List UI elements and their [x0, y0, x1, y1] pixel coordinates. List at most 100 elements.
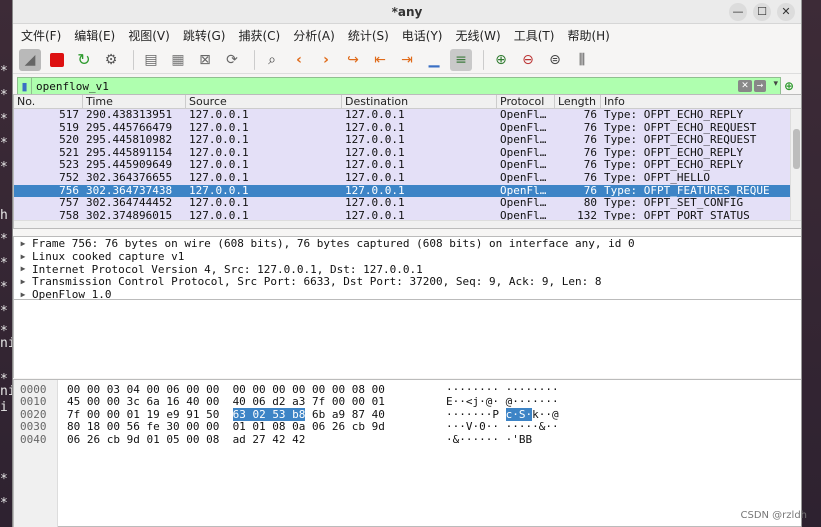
terminal-glyph: *	[0, 256, 8, 271]
packet-cell-length: 76	[583, 159, 597, 172]
column-header-length[interactable]: Length	[555, 95, 601, 108]
table-row[interactable]: 521 295.445891154 127.0.0.1 127.0.0.1 OpenFl…	[14, 146, 801, 160]
colorize-icon[interactable]: ≡	[450, 48, 472, 71]
ascii-segment: ·······P	[446, 407, 506, 421]
empty-pane-area	[13, 300, 801, 378]
open-file-icon[interactable]: ▤	[140, 49, 162, 71]
column-header-source[interactable]: Source	[186, 95, 342, 108]
hex-segment: 06 26 cb 9d 01 05 00 08 ad 27 42 42	[67, 432, 306, 446]
packet-cell-info: Type: OFPT_ECHO_REQUEST	[604, 121, 757, 134]
packet-cell-length: 76	[583, 121, 597, 134]
column-header-destination[interactable]: Destination	[342, 95, 497, 108]
terminal-glyph: *	[0, 232, 8, 247]
display-filter-input[interactable]: ▮ openflow_v1 ✕ → ▾	[17, 77, 781, 95]
packet-list-horizontal-scrollbar[interactable]	[14, 220, 801, 228]
packet-cell-length: 76	[583, 146, 597, 159]
resize-columns-icon[interactable]: ⫼	[571, 49, 593, 71]
stop-capture-icon[interactable]	[46, 49, 68, 71]
table-row[interactable]: 757 302.364744452 127.0.0.1 127.0.0.1 OpenFl…	[14, 197, 801, 210]
column-header-no[interactable]: No.	[14, 95, 83, 108]
watermark: CSDN @rzldh	[740, 510, 807, 521]
terminal-glyph: i	[0, 400, 8, 415]
apply-filter-icon[interactable]: →	[754, 80, 766, 92]
table-row[interactable]: 519 295.445766479 127.0.0.1 127.0.0.1 OpenFl…	[14, 121, 801, 135]
packet-cell-source: 127.0.0.1	[189, 184, 249, 197]
find-packet-icon[interactable]: ⌕	[261, 49, 283, 71]
expand-arrow-icon[interactable]: ▶	[14, 252, 32, 261]
shark-fin-start-icon[interactable]: ◢	[19, 48, 41, 71]
hex-segment: 6b a9 87 40	[305, 407, 385, 421]
packet-list: No. Time Source Destination Protocol Len…	[13, 94, 801, 229]
menu-item[interactable]: 视图(V)	[128, 27, 170, 44]
packet-cell-no: 756	[59, 184, 79, 197]
column-header-info[interactable]: Info	[601, 95, 796, 108]
menu-item[interactable]: 统计(S)	[348, 27, 389, 44]
last-packet-icon[interactable]: ⇥	[396, 49, 418, 71]
close-file-icon[interactable]: ⊠	[194, 49, 216, 71]
hex-bytes[interactable]: 06 26 cb 9d 01 05 00 08 ad 27 42 42	[67, 432, 306, 446]
detail-tree-item[interactable]: ▶ Linux cooked capture v1	[14, 250, 801, 263]
maximize-button[interactable]: ☐	[753, 3, 771, 21]
detail-tree-item[interactable]: ▶ Transmission Control Protocol, Src Port…	[14, 275, 801, 288]
expand-arrow-icon[interactable]: ▶	[14, 277, 32, 286]
expand-arrow-icon[interactable]: ▶	[14, 264, 32, 273]
terminal-glyph: *	[0, 496, 8, 511]
expand-arrow-icon[interactable]: ▶	[14, 290, 32, 299]
zoom-in-icon[interactable]: ⊕	[490, 49, 512, 71]
menu-item[interactable]: 跳转(G)	[183, 27, 226, 44]
autoscroll-icon[interactable]: ▁	[423, 49, 445, 71]
go-to-packet-icon[interactable]: ↪	[342, 49, 364, 71]
table-row[interactable]: 520 295.445810982 127.0.0.1 127.0.0.1 OpenFl…	[14, 134, 801, 147]
packet-list-vertical-scrollbar[interactable]	[790, 109, 801, 228]
packet-cell-time: 295.445909649	[86, 159, 173, 172]
capture-options-gear-icon[interactable]: ⚙	[100, 49, 122, 71]
menu-item[interactable]: 分析(A)	[293, 27, 335, 44]
menu-item[interactable]: 工具(T)	[514, 27, 555, 44]
first-packet-icon[interactable]: ⇤	[369, 49, 391, 71]
hex-segment: 00 00 03 04 00 06 00 00 00 00 00 00 00 0…	[67, 383, 385, 396]
ascii-bytes[interactable]: ·&······ ·'BB	[446, 433, 532, 446]
table-row[interactable]: 523 295.445909649 127.0.0.1 127.0.0.1 OpenFl…	[14, 159, 801, 172]
normal-size-icon[interactable]: ⊜	[544, 49, 566, 71]
menu-item[interactable]: 编辑(E)	[74, 27, 115, 44]
packet-cell-source: 127.0.0.1	[189, 159, 249, 172]
menu-item[interactable]: 捕获(C)	[238, 27, 280, 44]
go-back-icon[interactable]: ‹	[288, 49, 310, 71]
minimize-button[interactable]: —	[729, 3, 747, 21]
expand-arrow-icon[interactable]: ▶	[14, 239, 32, 248]
terminal-glyph: *	[0, 280, 8, 295]
packet-cell-protocol: OpenFl…	[500, 184, 547, 197]
packet-cell-destination: 127.0.0.1	[345, 159, 405, 172]
packet-list-header: No. Time Source Destination Protocol Len…	[14, 95, 801, 109]
menu-item[interactable]: 文件(F)	[21, 27, 61, 44]
detail-tree-item[interactable]: ▶ Frame 756: 76 bytes on wire (608 bits),…	[14, 236, 801, 250]
packet-cell-no: 752	[59, 171, 79, 184]
byte-offset: 0030	[20, 420, 47, 434]
packet-cell-source: 127.0.0.1	[189, 197, 249, 210]
menu-item[interactable]: 帮助(H)	[567, 27, 609, 44]
table-row[interactable]: 756 302.364737438 127.0.0.1 127.0.0.1 OpenFl…	[14, 184, 801, 198]
detail-tree-item[interactable]: ▶ Internet Protocol Version 4, Src: 127.0…	[14, 263, 801, 276]
clear-filter-icon[interactable]: ✕	[738, 80, 752, 92]
packet-cell-info: Type: OFPT_HELLO	[604, 171, 710, 184]
reload-file-icon[interactable]: ⟳	[221, 49, 243, 71]
packet-details-pane: ▶ Frame 756: 76 bytes on wire (608 bits),…	[13, 236, 801, 301]
packet-cell-length: 76	[583, 171, 597, 184]
filter-bookmark-icon[interactable]: ▮	[18, 78, 32, 94]
table-row[interactable]: 752 302.364376655 127.0.0.1 127.0.0.1 OpenFl…	[14, 171, 801, 185]
detail-text: Frame 756: 76 bytes on wire (608 bits), …	[32, 236, 635, 250]
menu-item[interactable]: 无线(W)	[456, 27, 501, 44]
restart-capture-icon[interactable]: ↻	[73, 49, 95, 71]
zoom-out-icon[interactable]: ⊖	[517, 49, 539, 71]
menu-item[interactable]: 电话(Y)	[402, 27, 443, 44]
filter-history-chevron-down-icon[interactable]: ▾	[773, 79, 778, 89]
hex-segment: 7f 00 00 01 19 e9 91 50	[67, 407, 233, 421]
add-filter-button-plus-icon[interactable]: ⊕	[781, 79, 797, 93]
table-row[interactable]: 517 290.438313951 127.0.0.1 127.0.0.1 OpenFl…	[14, 109, 801, 122]
close-button[interactable]: ✕	[777, 3, 795, 21]
save-file-icon[interactable]: ▦	[167, 49, 189, 71]
go-forward-icon[interactable]: ›	[315, 49, 337, 71]
column-header-protocol[interactable]: Protocol	[497, 95, 555, 108]
column-header-time[interactable]: Time	[83, 95, 186, 108]
scrollbar-thumb[interactable]	[793, 129, 800, 169]
